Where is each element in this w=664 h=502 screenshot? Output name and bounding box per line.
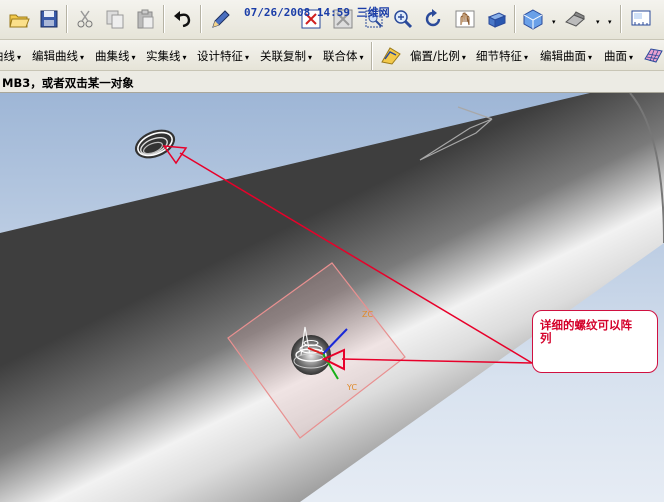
toolbar-separator: [514, 5, 516, 33]
offset-scale-icon[interactable]: [378, 42, 404, 68]
zoom-icon[interactable]: [390, 6, 416, 32]
axis-label-yc: YC: [346, 383, 357, 392]
menu-label: 曲面: [604, 49, 627, 63]
menu-label: 曲线: [0, 49, 15, 63]
dropdown-arrow[interactable]: ▾: [552, 19, 558, 26]
menu-surface[interactable]: 曲面 ▾: [604, 48, 633, 64]
open-icon[interactable]: [6, 6, 32, 32]
feature-menubar: 曲线▾ 编辑曲线▾ 曲集线▾ 实集线▾ 设计特征▾ 关联复制▾ 联合体▾ 偏置/…: [0, 40, 664, 71]
toolbar-separator: [163, 5, 165, 33]
chevron-down-icon: ▾: [359, 53, 364, 62]
menu-label: 设计特征: [197, 49, 243, 63]
prompt-text: MB3，或者双击某一对象: [2, 76, 134, 90]
menu-offset-scale[interactable]: 偏置/比例 ▾: [410, 48, 466, 64]
menu-curve[interactable]: 曲线▾: [0, 48, 21, 64]
cut-icon[interactable]: [72, 6, 98, 32]
axis-label-zc: ZC: [362, 310, 373, 319]
measure-icon[interactable]: [628, 6, 654, 32]
menu-detail-feature[interactable]: 细节特征 ▾: [476, 48, 528, 64]
render-icon[interactable]: [520, 6, 546, 32]
menu-collect-curve[interactable]: 曲集线 ▾: [95, 48, 136, 64]
chevron-down-icon: ▾: [308, 53, 313, 62]
menu-design-feature[interactable]: 设计特征 ▾: [197, 48, 249, 64]
mesh-surface-icon[interactable]: [640, 42, 664, 68]
toolbar-separator: [200, 5, 202, 33]
model-view: ZC YC: [0, 93, 664, 502]
standard-toolbar: ▾ ▾ ▾ 07/26/2008 14:59 三维网: [0, 0, 664, 40]
menu-associative-copy[interactable]: 关联复制 ▾: [260, 48, 312, 64]
chevron-down-icon: ▾: [245, 53, 250, 62]
menu-edit-surface[interactable]: 编辑曲面 ▾: [540, 48, 592, 64]
chevron-down-icon: ▾: [17, 53, 22, 62]
toolbar-separator: [620, 5, 622, 33]
rotate-icon[interactable]: [420, 6, 446, 32]
timestamp-watermark: 07/26/2008 14:59 三维网: [244, 6, 390, 19]
prompt-bar: MB3，或者双击某一对象: [0, 71, 664, 93]
undo-icon[interactable]: [170, 6, 196, 32]
menu-label: 细节特征: [476, 49, 522, 63]
view-icon[interactable]: [484, 6, 510, 32]
shade-icon[interactable]: [562, 6, 588, 32]
toolbar-separator: [66, 5, 68, 33]
menu-label: 联合体: [323, 49, 358, 63]
chevron-down-icon: ▾: [80, 53, 85, 62]
menu-label: 编辑曲面: [540, 49, 586, 63]
edit-icon[interactable]: [208, 6, 234, 32]
menu-label: 编辑曲线: [32, 49, 78, 63]
chevron-down-icon: ▾: [131, 53, 136, 62]
callout-box: 详细的螺纹可以阵列: [532, 310, 658, 373]
callout-text: 详细的螺纹可以阵列: [540, 318, 632, 345]
dropdown-arrow[interactable]: ▾: [596, 19, 602, 26]
pan-icon[interactable]: [452, 6, 478, 32]
save-icon[interactable]: [36, 6, 62, 32]
menu-label: 曲集线: [95, 49, 130, 63]
menu-edit-curve[interactable]: 编辑曲线 ▾: [32, 48, 84, 64]
chevron-down-icon: ▾: [461, 53, 466, 62]
paste-icon[interactable]: [132, 6, 158, 32]
dropdown-arrow[interactable]: ▾: [608, 19, 614, 26]
copy-icon[interactable]: [102, 6, 128, 32]
menu-combine[interactable]: 联合体 ▾: [323, 48, 364, 64]
menu-solid-curve[interactable]: 实集线 ▾: [146, 48, 187, 64]
chevron-down-icon: ▾: [182, 53, 187, 62]
toolbar-separator: [371, 42, 373, 70]
chevron-down-icon: ▾: [629, 53, 634, 62]
chevron-down-icon: ▾: [588, 53, 593, 62]
graphics-viewport[interactable]: ZC YC 详细的螺纹可以阵列: [0, 93, 664, 502]
menu-label: 实集线: [146, 49, 181, 63]
menu-label: 关联复制: [260, 49, 306, 63]
chevron-down-icon: ▾: [524, 53, 529, 62]
menu-label: 偏置/比例: [410, 49, 460, 63]
